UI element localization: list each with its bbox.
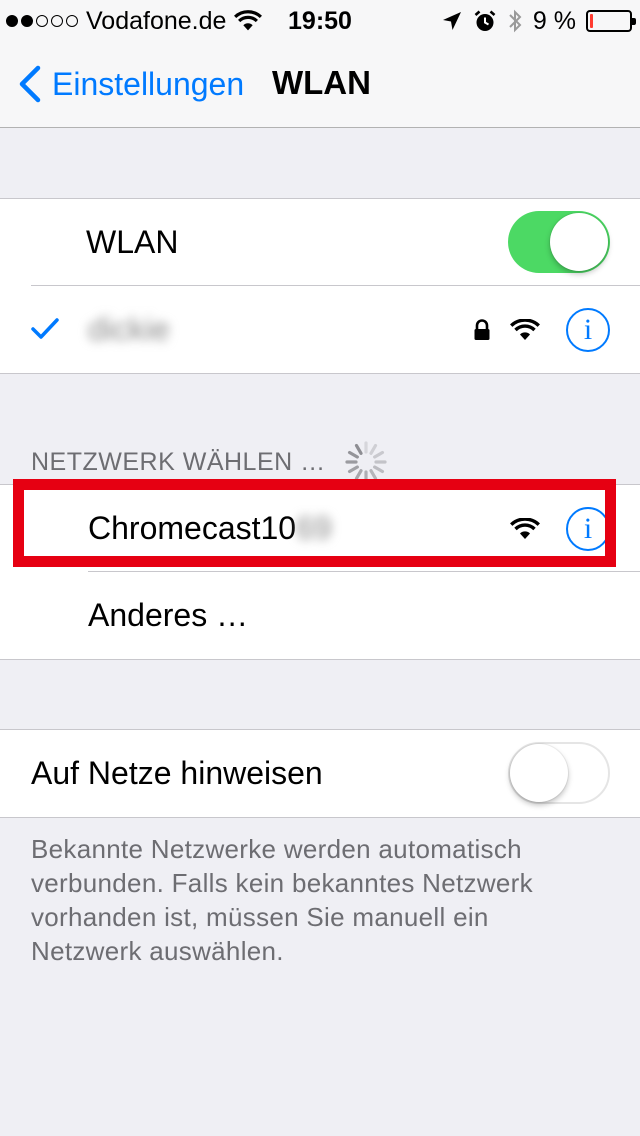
info-icon: i [583,512,593,545]
ask-to-join-group: Auf Netze hinweisen [0,729,640,818]
wifi-icon [510,518,540,539]
spinner-spoke [369,469,377,481]
network-name-visible: Chromecast10 [88,510,297,546]
wifi-icon [510,319,540,340]
loading-spinner-icon [345,441,387,483]
back-button[interactable]: Einstellungen [14,62,244,106]
ask-to-join-label: Auf Netze hinweisen [31,755,323,791]
navigation-bar: Einstellungen WLAN [0,40,640,128]
toggle-knob [550,213,608,271]
spinner-spoke [347,450,359,459]
location-icon [442,12,461,30]
alarm-icon [474,10,496,31]
section-header: NETZWERK WÄHLEN … [31,440,388,484]
toggle-knob [510,744,568,802]
wlan-toggle-label: WLAN [86,224,179,260]
checkmark-icon [31,318,59,339]
network-name-blurred: 69 [296,510,332,546]
battery-percentage: 9 % [532,6,576,35]
spinner-spoke [347,465,359,474]
footer-description: Bekannte Netzwerke werden automatisch ve… [31,834,533,966]
page-title: WLAN [272,64,371,101]
network-list-group: Chromecast1069 i Anderes … [0,484,640,660]
info-button[interactable]: i [566,507,610,551]
info-button[interactable]: i [566,308,610,352]
network-row[interactable]: Chromecast1069 i [0,485,640,572]
connected-network-row[interactable]: dickie i [0,286,640,373]
chevron-left-icon [19,65,41,103]
ask-to-join-row: Auf Netze hinweisen [0,730,640,817]
ask-to-join-toggle[interactable] [508,742,610,804]
section-header-label: NETZWERK WÄHLEN … [31,447,326,476]
wlan-group: WLAN dickie i [0,198,640,374]
status-bar: Vodafone.de 19:50 9 % [0,0,640,40]
bluetooth-icon [509,9,522,33]
network-name: Chromecast1069 [88,510,332,547]
spinner-spoke [354,443,363,455]
other-network-label: Anderes … [88,597,249,633]
spinner-spoke [369,443,377,455]
other-network-row[interactable]: Anderes … [0,572,640,659]
wlan-toggle[interactable] [508,211,610,273]
battery-icon [586,10,636,32]
battery-level [590,14,594,28]
spinner-spoke [372,465,384,474]
status-right: 9 % [441,6,636,36]
back-button-label: Einstellungen [52,65,245,102]
spinner-spoke [372,450,384,459]
info-icon: i [583,313,593,346]
spinner-spoke [354,469,363,481]
wlan-toggle-row: WLAN [0,199,640,286]
lock-icon [474,319,490,340]
connected-network-name: dickie [88,311,170,347]
